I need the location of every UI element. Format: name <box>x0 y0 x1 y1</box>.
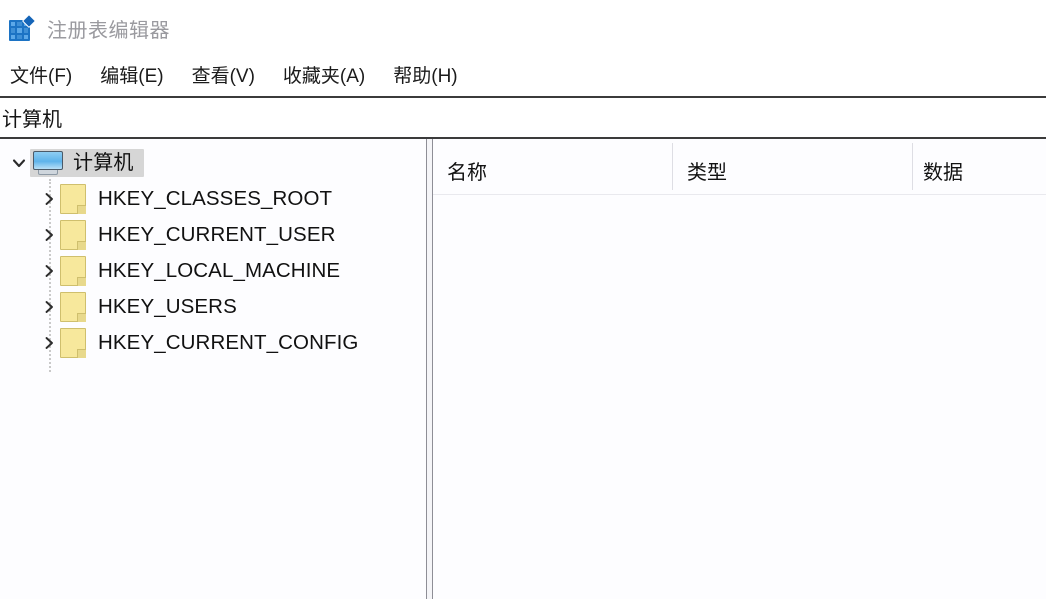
tree-item-label: HKEY_CURRENT_CONFIG <box>98 330 359 354</box>
tree-item-hkey-current-user[interactable]: HKEY_CURRENT_USER <box>0 217 426 253</box>
chevron-right-icon[interactable] <box>38 299 60 315</box>
tree-item-label: 计算机 <box>73 152 134 174</box>
value-list-body[interactable] <box>433 195 1046 599</box>
tree-item-hkey-local-machine[interactable]: HKEY_LOCAL_MACHINE <box>0 253 426 289</box>
registry-editor-window: 注册表编辑器 文件(F) 编辑(E) 查看(V) 收藏夹(A) 帮助(H) 计算… <box>0 0 1046 599</box>
pane-splitter[interactable] <box>426 139 433 599</box>
address-path-text: 计算机 <box>2 109 62 131</box>
folder-icon <box>60 184 86 214</box>
column-header-type[interactable]: 类型 <box>687 156 727 185</box>
menu-bar: 文件(F) 编辑(E) 查看(V) 收藏夹(A) 帮助(H) <box>0 56 1046 96</box>
tree-item-hkey-current-config[interactable]: HKEY_CURRENT_CONFIG <box>0 325 426 361</box>
folder-icon <box>60 292 86 322</box>
chevron-right-icon[interactable] <box>38 335 60 351</box>
menu-item-favorites[interactable]: 收藏夹(A) <box>269 67 379 86</box>
folder-icon <box>60 220 86 250</box>
chevron-right-icon[interactable] <box>38 263 60 279</box>
value-list-header: 名称 类型 数据 <box>433 139 1046 195</box>
registry-tree: 计算机 HKEY_CLASSES_ROOT HKEY_CURRENT_USER … <box>0 139 426 372</box>
address-bar[interactable]: 计算机 <box>0 98 1046 137</box>
monitor-icon <box>33 151 63 175</box>
chevron-down-icon[interactable] <box>8 155 30 171</box>
tree-item-hkey-users[interactable]: HKEY_USERS <box>0 289 426 325</box>
column-divider[interactable] <box>912 143 913 190</box>
tree-pane: 计算机 HKEY_CLASSES_ROOT HKEY_CURRENT_USER … <box>0 139 426 599</box>
chevron-right-icon[interactable] <box>38 191 60 207</box>
tree-item-label: HKEY_CURRENT_USER <box>98 222 336 246</box>
value-list-pane: 名称 类型 数据 <box>433 139 1046 599</box>
tree-item-label: HKEY_CLASSES_ROOT <box>98 186 333 210</box>
menu-item-help[interactable]: 帮助(H) <box>379 67 471 86</box>
window-title: 注册表编辑器 <box>47 19 170 42</box>
column-divider[interactable] <box>672 143 673 190</box>
column-header-name[interactable]: 名称 <box>447 156 487 185</box>
column-header-data[interactable]: 数据 <box>923 156 963 185</box>
menu-item-edit[interactable]: 编辑(E) <box>86 67 177 86</box>
tree-item-label: HKEY_USERS <box>98 294 237 318</box>
tree-item-selection-highlight: 计算机 <box>30 149 144 177</box>
menu-item-view[interactable]: 查看(V) <box>178 67 269 86</box>
chevron-right-icon[interactable] <box>38 227 60 243</box>
tree-item-computer[interactable]: 计算机 <box>0 145 426 181</box>
folder-icon <box>60 256 86 286</box>
title-bar: 注册表编辑器 <box>0 0 1046 56</box>
folder-icon <box>60 328 86 358</box>
registry-grid-icon <box>8 13 37 42</box>
tree-item-hkey-classes-root[interactable]: HKEY_CLASSES_ROOT <box>0 181 426 217</box>
tree-item-label: HKEY_LOCAL_MACHINE <box>98 258 341 282</box>
menu-item-file[interactable]: 文件(F) <box>0 67 86 86</box>
